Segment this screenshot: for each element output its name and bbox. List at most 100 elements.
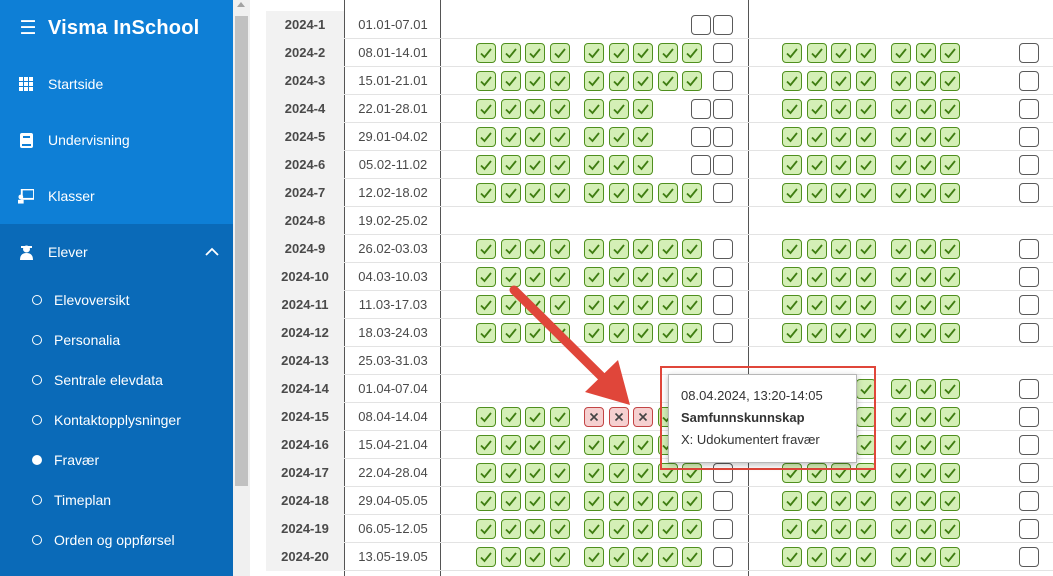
present-check-icon[interactable]	[806, 43, 827, 63]
present-check-icon[interactable]	[500, 267, 521, 287]
menu-icon[interactable]: ☰	[17, 17, 39, 39]
present-check-icon[interactable]	[915, 519, 936, 539]
present-check-icon[interactable]	[806, 295, 827, 315]
present-check-icon[interactable]	[831, 43, 851, 63]
present-check-icon[interactable]	[831, 519, 851, 539]
present-check-icon[interactable]	[584, 155, 604, 175]
present-check-icon[interactable]	[782, 547, 802, 567]
present-check-icon[interactable]	[584, 295, 604, 315]
present-check-icon[interactable]	[584, 183, 604, 203]
empty-checkbox[interactable]	[691, 155, 711, 175]
present-check-icon[interactable]	[855, 183, 876, 203]
present-check-icon[interactable]	[657, 295, 678, 315]
sidebar-subitem[interactable]: Timeplan	[0, 480, 233, 520]
present-check-icon[interactable]	[500, 71, 521, 91]
present-check-icon[interactable]	[633, 463, 653, 483]
present-check-icon[interactable]	[500, 183, 521, 203]
present-check-icon[interactable]	[940, 43, 960, 63]
present-check-icon[interactable]	[633, 267, 653, 287]
present-check-icon[interactable]	[682, 323, 702, 343]
present-check-icon[interactable]	[940, 127, 960, 147]
present-check-icon[interactable]	[476, 463, 496, 483]
present-check-icon[interactable]	[831, 99, 851, 119]
present-check-icon[interactable]	[608, 463, 629, 483]
present-check-icon[interactable]	[915, 547, 936, 567]
empty-checkbox[interactable]	[1019, 267, 1039, 287]
present-check-icon[interactable]	[806, 127, 827, 147]
present-check-icon[interactable]	[608, 435, 629, 455]
present-check-icon[interactable]	[806, 239, 827, 259]
present-check-icon[interactable]	[525, 71, 545, 91]
empty-checkbox[interactable]	[713, 155, 733, 175]
sidebar-scrollbar[interactable]	[233, 0, 250, 576]
present-check-icon[interactable]	[657, 323, 678, 343]
present-check-icon[interactable]	[500, 547, 521, 567]
present-check-icon[interactable]	[855, 519, 876, 539]
present-check-icon[interactable]	[633, 239, 653, 259]
present-check-icon[interactable]	[855, 155, 876, 175]
present-check-icon[interactable]	[782, 43, 802, 63]
present-check-icon[interactable]	[608, 295, 629, 315]
sidebar-subitem[interactable]: Kontaktopplysninger	[0, 400, 233, 440]
present-check-icon[interactable]	[682, 547, 702, 567]
present-check-icon[interactable]	[855, 295, 876, 315]
present-check-icon[interactable]	[831, 323, 851, 343]
empty-checkbox[interactable]	[1019, 323, 1039, 343]
present-check-icon[interactable]	[940, 379, 960, 399]
present-check-icon[interactable]	[940, 491, 960, 511]
empty-checkbox[interactable]	[1019, 379, 1039, 399]
present-check-icon[interactable]	[682, 43, 702, 63]
empty-checkbox[interactable]	[1019, 491, 1039, 511]
empty-checkbox[interactable]	[1019, 407, 1039, 427]
empty-checkbox[interactable]	[713, 99, 733, 119]
present-check-icon[interactable]	[891, 127, 911, 147]
empty-checkbox[interactable]	[1019, 295, 1039, 315]
present-check-icon[interactable]	[525, 463, 545, 483]
empty-checkbox[interactable]	[713, 519, 733, 539]
present-check-icon[interactable]	[633, 547, 653, 567]
present-check-icon[interactable]	[500, 155, 521, 175]
present-check-icon[interactable]	[500, 295, 521, 315]
present-check-icon[interactable]	[476, 491, 496, 511]
sidebar-item-klasser[interactable]: Klasser	[0, 168, 233, 224]
present-check-icon[interactable]	[549, 463, 570, 483]
present-check-icon[interactable]	[782, 99, 802, 119]
present-check-icon[interactable]	[500, 435, 521, 455]
present-check-icon[interactable]	[584, 435, 604, 455]
empty-checkbox[interactable]	[713, 127, 733, 147]
empty-checkbox[interactable]	[691, 15, 711, 35]
present-check-icon[interactable]	[584, 463, 604, 483]
present-check-icon[interactable]	[525, 239, 545, 259]
present-check-icon[interactable]	[525, 491, 545, 511]
present-check-icon[interactable]	[608, 323, 629, 343]
present-check-icon[interactable]	[891, 183, 911, 203]
present-check-icon[interactable]	[633, 295, 653, 315]
present-check-icon[interactable]	[500, 491, 521, 511]
present-check-icon[interactable]	[657, 491, 678, 511]
present-check-icon[interactable]	[855, 491, 876, 511]
present-check-icon[interactable]	[657, 43, 678, 63]
absent-cross-icon[interactable]	[633, 407, 653, 427]
present-check-icon[interactable]	[891, 519, 911, 539]
present-check-icon[interactable]	[915, 43, 936, 63]
empty-checkbox[interactable]	[713, 43, 733, 63]
present-check-icon[interactable]	[855, 71, 876, 91]
present-check-icon[interactable]	[584, 491, 604, 511]
present-check-icon[interactable]	[500, 127, 521, 147]
present-check-icon[interactable]	[525, 435, 545, 455]
present-check-icon[interactable]	[500, 99, 521, 119]
present-check-icon[interactable]	[476, 239, 496, 259]
present-check-icon[interactable]	[633, 99, 653, 119]
present-check-icon[interactable]	[891, 491, 911, 511]
present-check-icon[interactable]	[525, 519, 545, 539]
present-check-icon[interactable]	[584, 267, 604, 287]
present-check-icon[interactable]	[806, 547, 827, 567]
present-check-icon[interactable]	[831, 267, 851, 287]
present-check-icon[interactable]	[915, 379, 936, 399]
present-check-icon[interactable]	[915, 155, 936, 175]
present-check-icon[interactable]	[584, 43, 604, 63]
present-check-icon[interactable]	[633, 519, 653, 539]
present-check-icon[interactable]	[855, 267, 876, 287]
present-check-icon[interactable]	[476, 295, 496, 315]
present-check-icon[interactable]	[940, 547, 960, 567]
